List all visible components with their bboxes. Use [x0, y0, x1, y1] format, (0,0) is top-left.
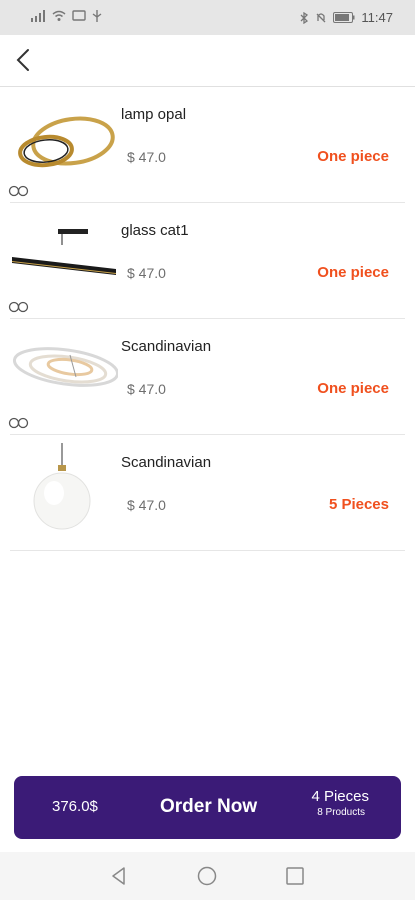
order-pieces: 4 Pieces: [311, 788, 369, 805]
nav-home-icon[interactable]: [196, 865, 218, 887]
product-price: $ 47.0: [127, 149, 166, 165]
wifi-icon: [52, 10, 66, 21]
view-toggle-icon[interactable]: [8, 417, 30, 429]
app-bar: [0, 35, 415, 87]
status-right-icons: 11:47: [300, 10, 393, 25]
product-image-lamp-opal: [18, 116, 115, 168]
product-quantity: 5 Pieces: [328, 496, 389, 513]
order-now-button[interactable]: 376.0$ Order Now 4 Pieces 8 Products: [14, 776, 401, 839]
product-quantity: One piece: [317, 148, 389, 165]
view-toggle-icon[interactable]: [8, 301, 30, 313]
order-products: 8 Products: [317, 807, 365, 818]
product-name: Scandinavian: [121, 338, 212, 355]
product-price: $ 47.0: [127, 497, 166, 513]
cart-item[interactable]: Scandinavian $ 47.0 5 Pieces: [10, 435, 405, 551]
status-bar: 11:47: [0, 0, 415, 35]
chevron-left-icon: [16, 49, 29, 71]
signal-icon: [31, 10, 45, 22]
system-nav-bar: [0, 852, 415, 900]
status-time: 11:47: [361, 10, 393, 25]
view-toggle-icon[interactable]: [8, 185, 30, 197]
product-quantity: One piece: [317, 264, 389, 281]
battery-icon: [333, 12, 355, 23]
nav-back-icon[interactable]: [108, 865, 130, 887]
mute-icon: [316, 12, 326, 22]
product-name: glass cat1: [121, 222, 189, 239]
product-image-scandinavian-globe: [33, 443, 91, 530]
order-now-label: Order Now: [160, 796, 258, 817]
nav-recents-icon[interactable]: [284, 865, 306, 887]
cart-item[interactable]: glass cat1 $ 47.0 One piece: [8, 203, 405, 319]
cart-item[interactable]: lamp opal $ 47.0 One piece: [8, 87, 405, 203]
product-name: Scandinavian: [121, 454, 212, 471]
cart-item[interactable]: Scandinavian $ 47.0 One piece: [8, 319, 405, 435]
product-name: lamp opal: [121, 106, 187, 123]
status-left-icons: [30, 10, 102, 22]
usb-icon: [92, 10, 102, 22]
order-total: 376.0$: [52, 798, 98, 815]
product-image-scandinavian: [12, 347, 118, 387]
back-button[interactable]: [10, 45, 40, 75]
product-price: $ 47.0: [127, 265, 166, 281]
product-price: $ 47.0: [127, 381, 166, 397]
cast-icon: [72, 10, 86, 21]
product-quantity: One piece: [317, 380, 389, 397]
cart-item-list: lamp opal $ 47.0 One piece glass cat1 $ …: [0, 87, 415, 551]
bluetooth-icon: [300, 11, 309, 24]
product-image-glass-cat1: [12, 229, 116, 275]
